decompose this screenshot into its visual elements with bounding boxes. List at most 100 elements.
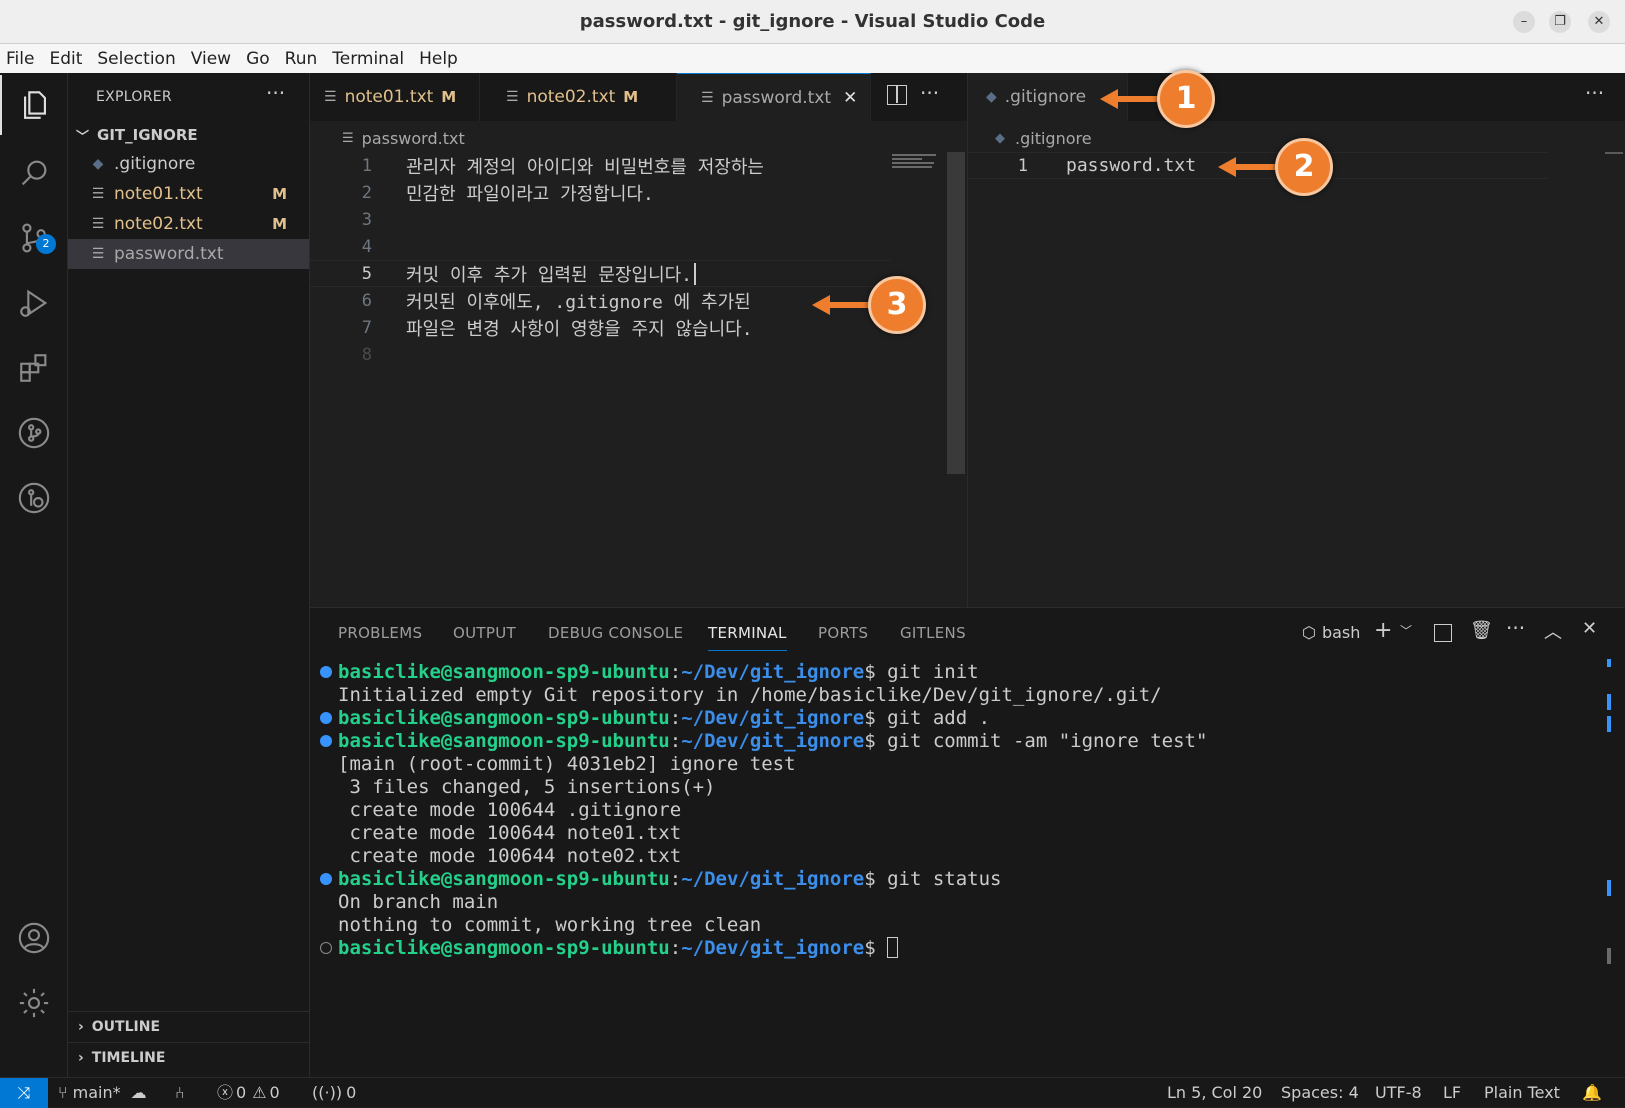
command-decoration-icon xyxy=(320,872,332,885)
shell-label: bash xyxy=(1321,623,1361,642)
cursor-position[interactable]: Ln 5, Col 20 xyxy=(1167,1078,1262,1108)
prompt-user: basiclike@sangmoon-sp9-ubuntu xyxy=(338,660,670,683)
line-text: 커밋된 이후에도, .gitignore 에 추가된 xyxy=(406,291,751,313)
minimize-button[interactable]: – xyxy=(1513,11,1535,33)
file-item-password[interactable]: ☰ password.txt xyxy=(68,239,309,269)
branch-indicator[interactable]: ⑂ main* ☁ xyxy=(58,1078,147,1108)
diamond-icon: ◆ xyxy=(986,89,997,105)
menu-file[interactable]: File xyxy=(6,49,34,69)
tab-password[interactable]: ☰ password.txt ✕ xyxy=(677,73,871,121)
split-terminal-icon[interactable] xyxy=(1434,624,1452,642)
prompt-user: basiclike@sangmoon-sp9-ubuntu xyxy=(338,706,670,729)
remote-indicator-icon[interactable]: ⤨ xyxy=(0,1078,48,1108)
editor-more-button[interactable]: ··· xyxy=(1585,81,1604,105)
panel-tab-debug-console[interactable]: DEBUG CONSOLE xyxy=(548,624,683,642)
modified-badge: M xyxy=(272,215,287,233)
editor-scrollbar[interactable] xyxy=(947,152,965,474)
menu-run[interactable]: Run xyxy=(285,49,318,69)
file-item-note01[interactable]: ☰ note01.txt M xyxy=(68,179,309,209)
text-file-icon: ☰ xyxy=(324,89,337,105)
folder-git-ignore[interactable]: ﹀ GIT_IGNORE xyxy=(68,120,309,150)
menu-selection[interactable]: Selection xyxy=(97,49,175,69)
breadcrumb[interactable]: ☰ password.txt xyxy=(342,125,465,151)
add-terminal-icon[interactable]: + xyxy=(1374,618,1392,643)
text-file-icon: ☰ xyxy=(91,186,105,202)
git-graph-status-icon[interactable]: ⑃ xyxy=(175,1078,185,1108)
chevron-down-icon: ﹀ xyxy=(76,129,90,145)
code-line: 3 xyxy=(310,206,406,233)
search-icon[interactable] xyxy=(0,143,68,203)
chevron-down-icon[interactable]: ﹀ xyxy=(1400,622,1412,639)
ports-indicator[interactable]: ((·)) 0 xyxy=(312,1078,356,1108)
panel-more-button[interactable]: ··· xyxy=(1506,616,1525,640)
prompt-path: ~/Dev/git_ignore xyxy=(681,867,865,890)
menu-view[interactable]: View xyxy=(191,49,231,69)
encoding[interactable]: UTF-8 xyxy=(1375,1078,1422,1108)
gitlens-icon[interactable] xyxy=(0,468,68,528)
split-editor-icon[interactable] xyxy=(887,85,907,105)
panel-tab-output[interactable]: OUTPUT xyxy=(453,624,516,642)
maximize-button[interactable]: ❐ xyxy=(1549,11,1571,33)
terminal-output: On branch main xyxy=(338,890,499,913)
language-mode[interactable]: Plain Text xyxy=(1484,1078,1560,1108)
bell-icon[interactable]: 🔔 xyxy=(1582,1078,1602,1108)
terminal-output: create mode 100644 note01.txt xyxy=(338,821,682,844)
maximize-panel-icon[interactable]: ︿ xyxy=(1544,618,1562,644)
ports-count: 0 xyxy=(346,1083,357,1102)
file-label: note02.txt xyxy=(114,214,203,234)
terminal-output: nothing to commit, working tree clean xyxy=(338,913,762,936)
chevron-right-icon: › xyxy=(78,1050,84,1066)
left-editor[interactable]: 1 관리자 계정의 아이디와 비밀번호를 저장하는 2 민감한 파일이라고 가정합니… xyxy=(310,152,967,607)
text-file-icon: ☰ xyxy=(91,246,105,262)
terminal-shell-selector[interactable]: ⬡ bash xyxy=(1302,623,1360,642)
right-editor[interactable]: 1 password.txt xyxy=(968,152,1625,607)
extensions-icon[interactable] xyxy=(0,338,68,398)
close-window-button[interactable]: ✕ xyxy=(1588,11,1610,33)
menu-edit[interactable]: Edit xyxy=(49,49,82,69)
close-tab-icon[interactable]: ✕ xyxy=(843,88,857,108)
account-icon[interactable] xyxy=(0,908,68,968)
line-number: 4 xyxy=(361,236,372,257)
run-debug-icon[interactable] xyxy=(0,273,68,333)
explorer-sidebar: EXPLORER ··· ﹀ GIT_IGNORE ◆ .gitignore ☰… xyxy=(68,73,310,1077)
tab-note02[interactable]: ☰ note02.txt M xyxy=(480,73,677,121)
outline-label: OUTLINE xyxy=(91,1019,161,1035)
prompt-path: ~/Dev/git_ignore xyxy=(681,936,865,959)
panel-tab-terminal[interactable]: TERMINAL xyxy=(708,624,787,651)
menu-help[interactable]: Help xyxy=(419,49,458,69)
explorer-icon[interactable] xyxy=(0,75,68,135)
problems-indicator[interactable]: ⓧ 0 ⚠ 0 xyxy=(217,1078,280,1108)
file-item-note02[interactable]: ☰ note02.txt M xyxy=(68,209,309,239)
terminal-line: basiclike@sangmoon-sp9-ubuntu: ~/Dev/git_… xyxy=(320,936,899,959)
minimap[interactable] xyxy=(892,154,940,168)
git-graph-icon[interactable] xyxy=(0,403,68,463)
broadcast-icon: ((·)) xyxy=(312,1083,343,1102)
panel-tab-problems[interactable]: PROBLEMS xyxy=(338,624,422,642)
indentation[interactable]: Spaces: 4 xyxy=(1281,1078,1359,1108)
outline-section[interactable]: › OUTLINE xyxy=(68,1011,309,1042)
editor-more-button[interactable]: ··· xyxy=(920,81,939,105)
settings-gear-icon[interactable] xyxy=(0,973,68,1033)
menu-go[interactable]: Go xyxy=(246,49,270,69)
close-panel-icon[interactable]: ✕ xyxy=(1582,618,1597,639)
terminal-output: create mode 100644 note02.txt xyxy=(338,844,682,867)
file-item-gitignore[interactable]: ◆ .gitignore xyxy=(68,149,309,179)
menu-terminal[interactable]: Terminal xyxy=(332,49,404,69)
line-text: 관리자 계정의 아이디와 비밀번호를 저장하는 xyxy=(406,156,764,178)
panel-tab-gitlens[interactable]: GITLENS xyxy=(900,624,966,642)
right-tab-bar: ◆ .gitignore ··· xyxy=(968,73,1625,121)
diamond-icon: ◆ xyxy=(995,130,1005,146)
explorer-more-button[interactable]: ··· xyxy=(266,81,285,105)
tab-note01[interactable]: ☰ note01.txt M xyxy=(310,73,480,121)
breadcrumb[interactable]: ◆ .gitignore xyxy=(995,125,1092,151)
terminal[interactable]: basiclike@sangmoon-sp9-ubuntu: ~/Dev/git_… xyxy=(310,660,1600,1040)
error-count: 0 xyxy=(236,1083,247,1102)
source-control-icon[interactable]: 2 xyxy=(0,208,68,268)
line-ending[interactable]: LF xyxy=(1443,1078,1461,1108)
title-bar: password.txt - git_ignore - Visual Studi… xyxy=(0,0,1625,44)
editor-scrollbar[interactable] xyxy=(1605,152,1623,154)
timeline-section[interactable]: › TIMELINE xyxy=(68,1042,309,1073)
trash-icon[interactable]: 🗑 xyxy=(1470,620,1493,641)
file-label: note01.txt xyxy=(114,184,203,204)
panel-tab-ports[interactable]: PORTS xyxy=(818,624,868,642)
